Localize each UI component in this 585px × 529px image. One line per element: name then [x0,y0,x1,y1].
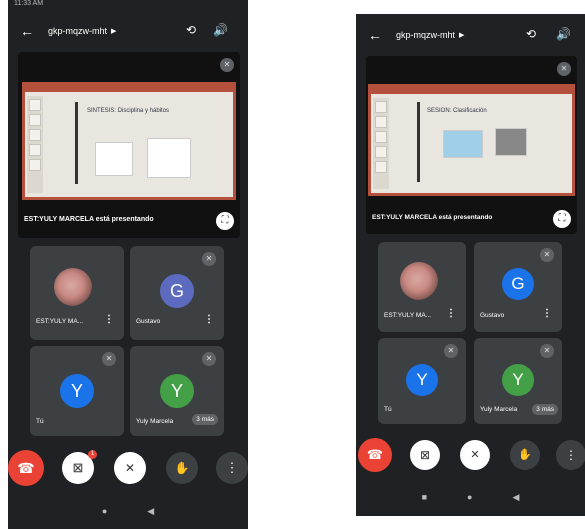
mic-off-icon: ✕ [540,344,554,358]
nav-back-icon[interactable]: ◀ [147,506,154,517]
participant-name: Yuly Marcela [480,406,518,413]
nav-home-icon[interactable]: ● [102,506,107,517]
participant-photo [54,268,92,306]
slide-figure-left [95,142,133,176]
mic-off-icon: ✕ [470,449,480,461]
more-options-button[interactable]: ⋮ [556,440,585,470]
more-participants-badge[interactable]: 3 más [532,404,558,415]
presenter-caption: EST:YULY MARCELA está presentando [372,214,493,221]
participant-avatar: Y [406,364,438,396]
more-options-button[interactable]: ⋮ [216,452,248,484]
participant-tile-self[interactable]: ✕ Y Tú [378,338,466,424]
nav-recents-icon[interactable]: ■ [422,492,427,503]
participant-name: Yuly Marcela [136,418,174,425]
participant-name: EST:YULY MA... [384,312,432,319]
mic-off-icon: ✕ [202,352,216,366]
switch-camera-icon[interactable]: ⟲ [526,27,536,41]
mic-toggle-button[interactable]: ✕ [114,452,146,484]
participant-avatar: Y [502,364,534,396]
participant-avatar: Y [160,374,194,408]
raise-hand-button[interactable]: ✋ [510,440,540,470]
slide-title: SINTESIS: Disciplina y hábitos [87,108,170,114]
speaker-icon[interactable]: 🔊 [213,23,228,37]
participant-avatar: Y [60,374,94,408]
slide-divider [417,102,420,182]
camera-off-icon: ⊠ [419,448,431,462]
back-arrow-icon[interactable]: ← [368,27,386,43]
speaker-icon[interactable]: 🔊 [556,27,571,41]
more-options-icon[interactable]: ⋮ [446,308,456,319]
left-phone-screen: 11:33 AM ← gkp-mqzw-mht ▶ ⟲ 🔊 ✕ SINTESIS… [8,0,248,529]
participant-tile-presenter[interactable]: EST:YULY MA... ⋮ [378,242,466,332]
right-phone-screen: ← gkp-mqzw-mht ▶ ⟲ 🔊 ✕ SESION: Clasifica… [356,14,585,516]
nav-home-icon[interactable]: ● [467,492,472,503]
nav-back-icon[interactable]: ◀ [512,492,519,503]
more-options-icon[interactable]: ⋮ [104,314,114,325]
meeting-code[interactable]: gkp-mqzw-mht [396,30,455,40]
participant-tile-self[interactable]: ✕ Y Tú [30,346,124,436]
slide-thumbnails [373,98,389,189]
meeting-header: ← gkp-mqzw-mht ▶ ⟲ 🔊 [356,18,585,52]
camera-badge: 1 [88,450,97,459]
slide-canvas: SINTESIS: Disciplina y hábitos [25,92,233,197]
more-participants-badge[interactable]: 3 más [192,414,218,425]
caret-right-icon[interactable]: ▶ [459,31,464,39]
participant-avatar: G [502,268,534,300]
slide-divider [75,102,78,184]
camera-off-icon: ⊠ [72,460,84,475]
participant-name: Tú [384,406,392,413]
mic-off-icon: ✕ [124,461,136,475]
mic-off-icon: ✕ [102,352,116,366]
slide-figure-left [443,130,483,158]
mic-off-icon: ✕ [202,252,216,266]
raise-hand-button[interactable]: ✋ [166,452,198,484]
mic-off-icon: ✕ [220,58,234,72]
presentation-panel: ✕ SINTESIS: Disciplina y hábitos EST:YUL… [18,52,240,238]
meeting-code[interactable]: gkp-mqzw-mht [48,26,107,36]
presentation-panel: ✕ SESION: Clasificación EST:YULY MARCELA… [366,56,577,234]
participant-tile-yuly[interactable]: ✕ Y Yuly Marcela 3 más [130,346,224,436]
fullscreen-icon[interactable]: ⛶ [216,212,234,230]
android-nav-bar: ■ ● ◀ [356,492,585,503]
mic-toggle-button[interactable]: ✕ [460,440,490,470]
presenter-caption: EST:YULY MARCELA está presentando [24,216,154,223]
participant-tile-gustavo[interactable]: ✕ G Gustavo ⋮ [474,242,562,332]
slide-canvas: SESION: Clasificación [371,94,572,193]
android-nav-bar: ● ◀ [8,506,248,517]
participant-name: Gustavo [480,312,505,319]
mic-off-icon: ✕ [540,248,554,262]
meeting-header: ← gkp-mqzw-mht ▶ ⟲ 🔊 [8,14,248,48]
shared-slide: SESION: Clasificación [368,84,575,196]
slide-figure-right [147,138,191,178]
fullscreen-icon[interactable]: ⛶ [553,210,571,228]
hangup-button[interactable]: ☎ [358,438,392,472]
status-time: 11:33 AM [14,0,44,7]
participant-name: Gustavo [136,318,161,325]
participant-photo [400,262,438,300]
participant-name: EST:YULY MA... [36,318,84,325]
camera-toggle-button[interactable]: ⊠ [410,440,440,470]
slide-thumbnails [27,96,43,193]
participant-avatar: G [160,274,194,308]
caret-right-icon[interactable]: ▶ [111,27,116,35]
more-options-icon[interactable]: ⋮ [542,308,552,319]
hangup-button[interactable]: ☎ [8,450,44,486]
slide-title: SESION: Clasificación [427,108,487,114]
participant-tile-yuly[interactable]: ✕ Y Yuly Marcela 3 más [474,338,562,424]
participant-tile-gustavo[interactable]: ✕ G Gustavo ⋮ [130,246,224,340]
slide-figure-right [495,128,527,156]
mic-off-icon: ✕ [444,344,458,358]
shared-slide: SINTESIS: Disciplina y hábitos [22,82,236,200]
more-options-icon[interactable]: ⋮ [204,314,214,325]
switch-camera-icon[interactable]: ⟲ [186,23,196,37]
back-arrow-icon[interactable]: ← [20,23,38,39]
mic-off-icon: ✕ [557,62,571,76]
participant-name: Tú [36,418,44,425]
participant-tile-presenter[interactable]: EST:YULY MA... ⋮ [30,246,124,340]
